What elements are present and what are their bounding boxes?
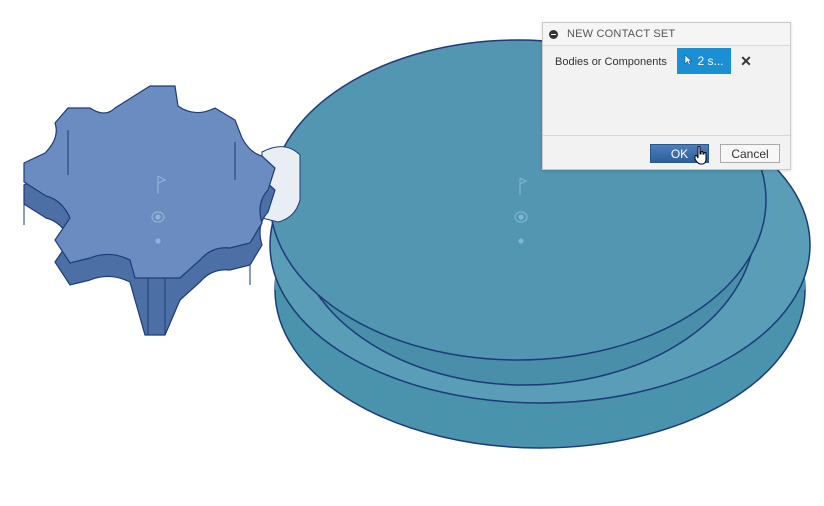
cancel-button[interactable]: Cancel — [720, 144, 780, 163]
dialog-footer: OK Cancel — [543, 135, 790, 171]
selection-button[interactable]: 2 s... — [677, 48, 731, 74]
dialog-header[interactable]: NEW CONTACT SET — [543, 23, 790, 46]
hand-pointer-icon — [694, 146, 708, 171]
bodies-row: Bodies or Components 2 s... ✕ — [543, 47, 790, 75]
new-contact-set-dialog: NEW CONTACT SET Bodies or Components 2 s… — [542, 22, 791, 170]
bodies-or-components-label: Bodies or Components — [555, 56, 667, 68]
clear-selection-button[interactable]: ✕ — [739, 51, 753, 71]
close-x-icon: ✕ — [740, 52, 752, 69]
selection-count: 2 s... — [697, 54, 724, 68]
small-gear[interactable] — [23, 85, 276, 336]
cursor-arrow-icon — [684, 53, 693, 69]
collapse-circle-icon[interactable] — [549, 29, 558, 39]
dialog-title: NEW CONTACT SET — [567, 28, 676, 40]
